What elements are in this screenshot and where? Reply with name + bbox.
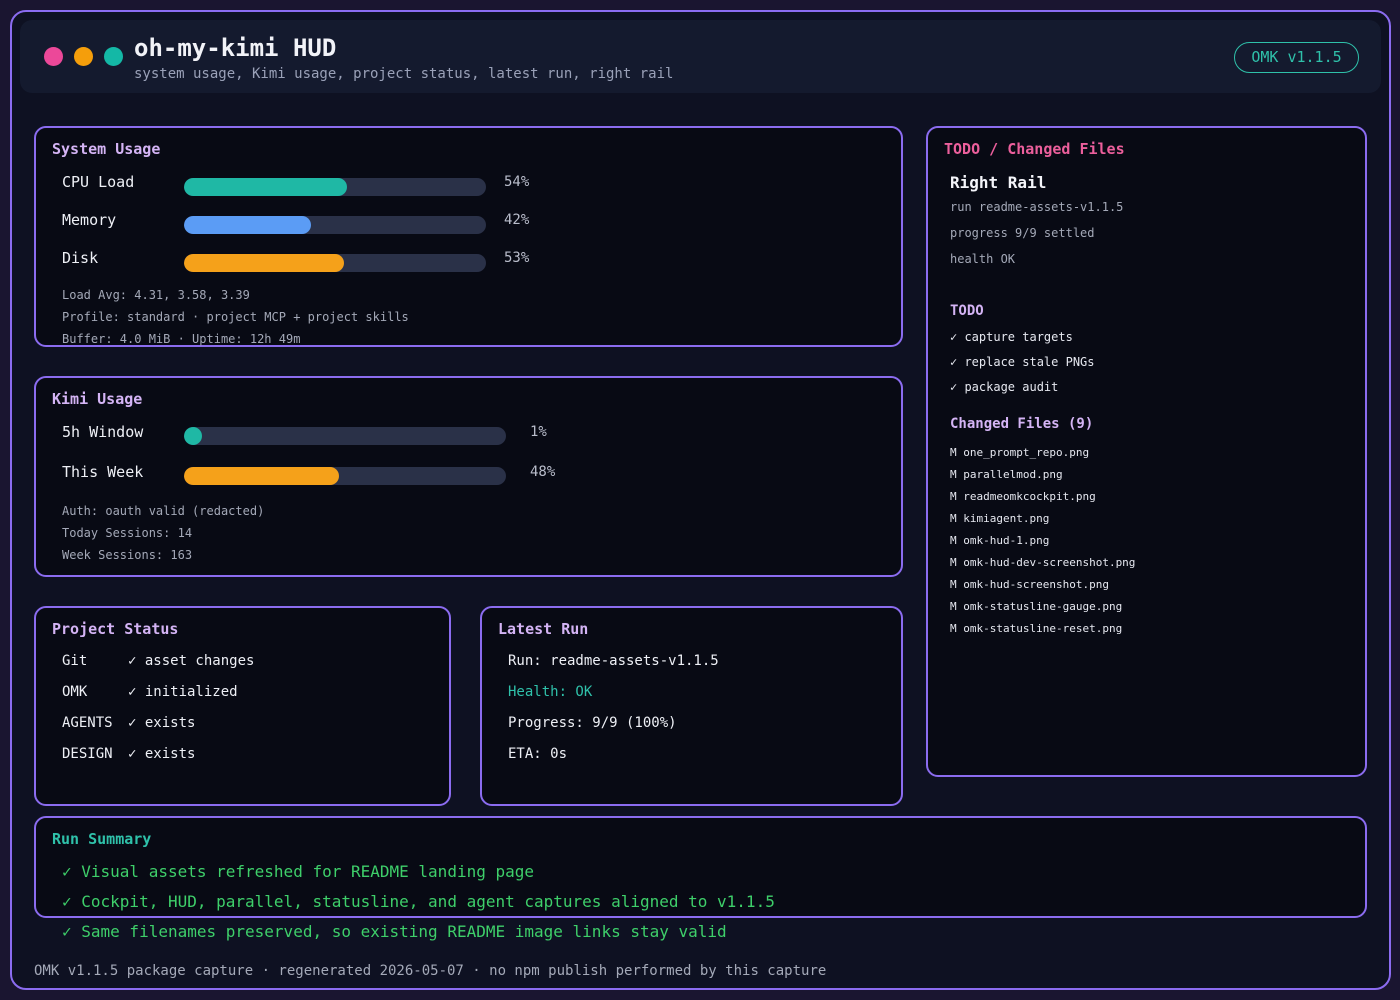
traffic-light-yellow[interactable] xyxy=(74,47,93,66)
latest-run-panel: Latest Run Run: readme-assets-v1.1.5 Hea… xyxy=(480,606,903,806)
changed-file-item[interactable]: M omk-hud-1.png xyxy=(950,534,1049,547)
today-sessions-text: Today Sessions: 14 xyxy=(62,526,193,540)
summary-line: ✓ Same filenames preserved, so existing … xyxy=(62,922,727,941)
5h-window-track xyxy=(184,427,506,445)
changed-file-item[interactable]: M parallelmod.png xyxy=(950,468,1063,481)
run-health: Health: OK xyxy=(508,684,593,700)
right-rail-run: run readme-assets-v1.1.5 xyxy=(950,200,1124,214)
page-subtitle: system usage, Kimi usage, project status… xyxy=(134,66,674,82)
this-week-track xyxy=(184,467,506,485)
5h-window-percent: 1% xyxy=(530,424,547,440)
changed-file-item[interactable]: M omk-statusline-gauge.png xyxy=(950,600,1122,613)
kimi-usage-panel: Kimi Usage 5h Window 1% This Week 48% Au… xyxy=(34,376,903,577)
cpu-load-fill xyxy=(184,178,348,196)
memory-track xyxy=(184,216,486,234)
memory-label: Memory xyxy=(62,211,117,229)
right-rail-progress: progress 9/9 settled xyxy=(950,226,1095,240)
todo-heading: TODO xyxy=(950,303,984,319)
cpu-load-label: CPU Load xyxy=(62,173,135,191)
footer-text: OMK v1.1.5 package capture · regenerated… xyxy=(34,963,827,979)
changed-file-item[interactable]: M omk-hud-dev-screenshot.png xyxy=(950,556,1135,569)
run-eta: ETA: 0s xyxy=(508,746,568,762)
header-bar: oh-my-kimi HUD system usage, Kimi usage,… xyxy=(20,20,1381,93)
todo-item: ✓ package audit xyxy=(950,380,1059,394)
changed-files-heading: Changed Files (9) xyxy=(950,416,1094,432)
memory-fill xyxy=(184,216,311,234)
disk-percent: 53% xyxy=(504,250,530,266)
todo-item: ✓ capture targets xyxy=(950,330,1073,344)
panel-title: System Usage xyxy=(52,140,161,158)
changed-file-item[interactable]: M kimiagent.png xyxy=(950,512,1049,525)
panel-title: TODO / Changed Files xyxy=(944,140,1125,158)
changed-file-item[interactable]: M one_prompt_repo.png xyxy=(950,446,1089,459)
status-key-omk: OMK xyxy=(62,684,88,700)
changed-file-item[interactable]: M omk-statusline-reset.png xyxy=(950,622,1122,635)
panel-title: Project Status xyxy=(52,620,179,638)
profile-text: Profile: standard · project MCP + projec… xyxy=(62,310,409,324)
right-rail-heading: Right Rail xyxy=(950,173,1047,192)
disk-label: Disk xyxy=(62,249,99,267)
status-key-agents: AGENTS xyxy=(62,715,113,731)
this-week-fill xyxy=(184,467,339,485)
status-key-git: Git xyxy=(62,653,88,669)
this-week-percent: 48% xyxy=(530,464,556,480)
right-rail-health: health OK xyxy=(950,252,1016,266)
5h-window-label: 5h Window xyxy=(62,423,144,441)
cpu-load-track xyxy=(184,178,486,196)
week-sessions-text: Week Sessions: 163 xyxy=(62,548,193,562)
summary-line: ✓ Visual assets refreshed for README lan… xyxy=(62,862,535,881)
status-key-design: DESIGN xyxy=(62,746,113,762)
page-title: oh-my-kimi HUD xyxy=(134,34,337,62)
disk-fill xyxy=(184,254,345,272)
auth-text: Auth: oauth valid (redacted) xyxy=(62,504,265,518)
traffic-light-red[interactable] xyxy=(44,47,63,66)
system-usage-panel: System Usage CPU Load 54% Memory 42% Dis… xyxy=(34,126,903,347)
summary-line: ✓ Cockpit, HUD, parallel, statusline, an… xyxy=(62,892,775,911)
run-progress: Progress: 9/9 (100%) xyxy=(508,715,677,731)
changed-file-item[interactable]: M omk-hud-screenshot.png xyxy=(950,578,1109,591)
panel-title: Latest Run xyxy=(498,620,589,638)
status-value-omk: ✓ initialized xyxy=(128,684,238,700)
panel-title: Run Summary xyxy=(52,830,152,848)
memory-percent: 42% xyxy=(504,212,530,228)
right-rail-panel: TODO / Changed Files Right Rail run read… xyxy=(926,126,1367,777)
5h-window-fill xyxy=(184,427,202,445)
panel-title: Kimi Usage xyxy=(52,390,143,408)
todo-item: ✓ replace stale PNGs xyxy=(950,355,1095,369)
cpu-load-percent: 54% xyxy=(504,174,530,190)
status-value-design: ✓ exists xyxy=(128,746,196,762)
status-value-agents: ✓ exists xyxy=(128,715,196,731)
changed-file-item[interactable]: M readmeomkcockpit.png xyxy=(950,490,1096,503)
status-value-git: ✓ asset changes xyxy=(128,653,255,669)
buffer-uptime-text: Buffer: 4.0 MiB · Uptime: 12h 49m xyxy=(62,332,301,346)
project-status-panel: Project Status Git ✓ asset changes OMK ✓… xyxy=(34,606,451,806)
this-week-label: This Week xyxy=(62,463,144,481)
load-avg-text: Load Avg: 4.31, 3.58, 3.39 xyxy=(62,288,250,302)
version-badge: OMK v1.1.5 xyxy=(1234,42,1359,73)
disk-track xyxy=(184,254,486,272)
run-name: Run: readme-assets-v1.1.5 xyxy=(508,653,719,669)
traffic-light-green[interactable] xyxy=(104,47,123,66)
